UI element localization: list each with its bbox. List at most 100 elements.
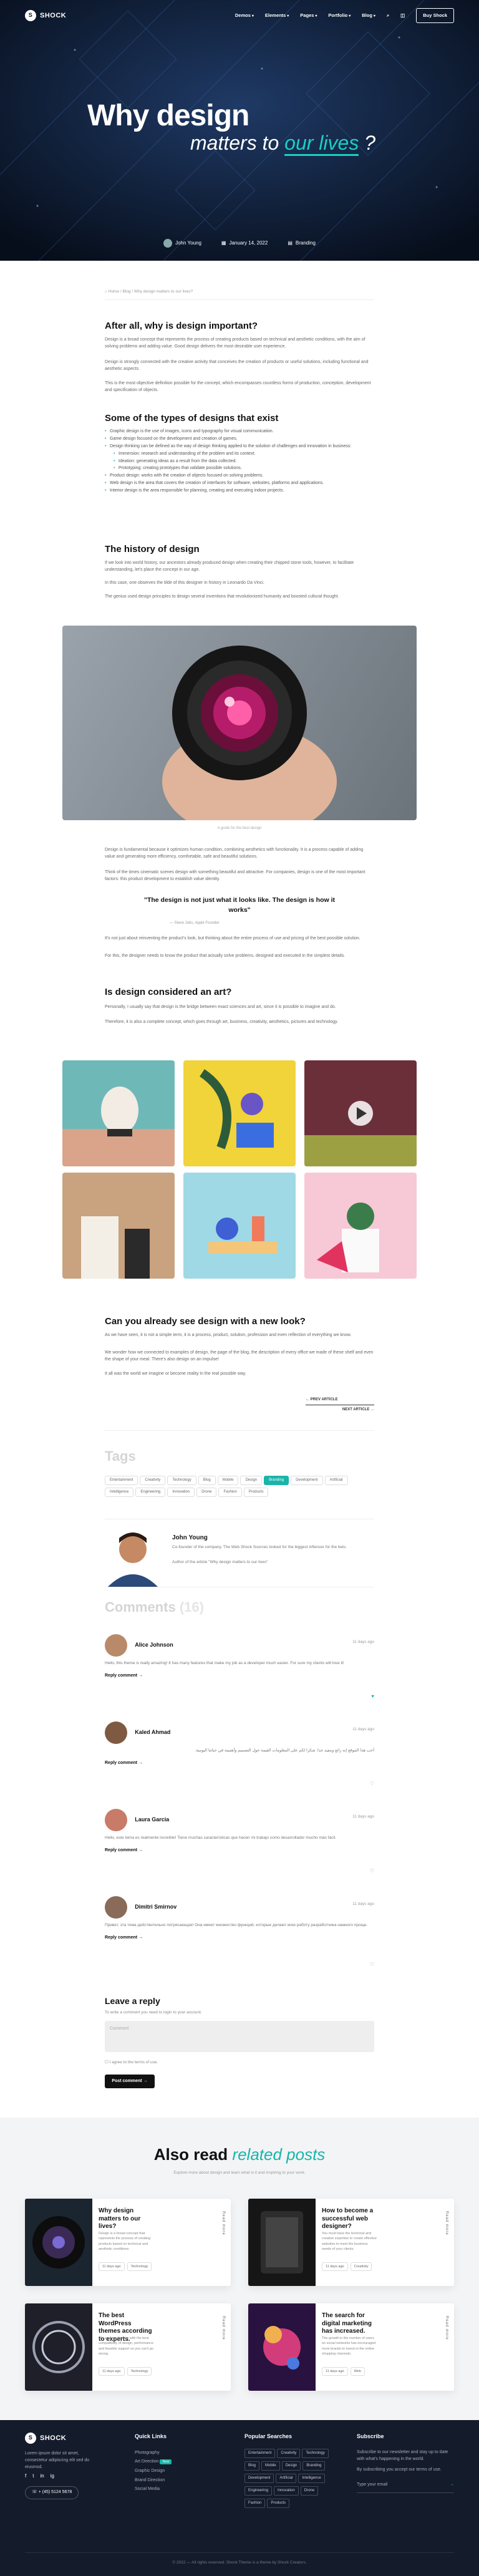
like-icon[interactable]: ♥ <box>371 1693 374 1700</box>
linkedin-icon[interactable]: in <box>40 2472 44 2480</box>
paragraph: The genius used design principles to des… <box>105 594 339 599</box>
search-tag[interactable]: Products <box>267 2498 290 2508</box>
post-thumb <box>25 2199 92 2286</box>
nav-item-pages[interactable]: Pages ▾ <box>300 12 317 19</box>
footer-logo[interactable]: S SHOCK <box>25 2433 66 2444</box>
reply-button[interactable]: Reply comment → <box>105 1760 374 1767</box>
calendar-icon: ▦ <box>221 240 226 246</box>
tag[interactable]: Products <box>243 1488 269 1497</box>
tag[interactable]: Intelligence <box>105 1488 134 1497</box>
search-tag[interactable]: Creativity <box>277 2448 301 2458</box>
related-post-card[interactable]: The search for digital marketing has inc… <box>248 2303 454 2391</box>
comment-item: Alice Johnson 11 days ago Hello, this th… <box>105 1634 374 1703</box>
author-name[interactable]: John Young <box>172 1533 208 1542</box>
tag[interactable]: Entertainment <box>105 1476 138 1485</box>
gallery-image-sculpture[interactable] <box>62 1173 175 1279</box>
cart-icon[interactable]: ◫ <box>400 12 405 19</box>
footer-link[interactable]: Art Direction New <box>135 2457 172 2467</box>
related-post-card[interactable]: Why design matters to our lives? Design … <box>25 2199 231 2286</box>
tag[interactable]: Fashion <box>218 1488 242 1497</box>
email-input[interactable]: Type your email → <box>357 2478 454 2493</box>
breadcrumb-current: Why design matters to our lives? <box>133 289 193 294</box>
reply-button[interactable]: Reply comment → <box>105 1847 374 1854</box>
footer-link[interactable]: Graphic Design <box>135 2467 172 2476</box>
gallery-image-objects[interactable] <box>183 1173 296 1279</box>
terms-checkbox[interactable]: ☐ I agree to the terms of use. <box>105 2060 374 2066</box>
tag[interactable]: Technology <box>167 1476 196 1485</box>
brand-logo[interactable]: S SHOCK <box>25 10 66 21</box>
comment-author[interactable]: Dimitri Smirnov <box>135 1904 177 1910</box>
search-tag[interactable]: Design <box>281 2461 301 2471</box>
gallery-image-pot[interactable] <box>304 1173 417 1279</box>
tag[interactable]: Blog <box>198 1476 216 1485</box>
author-photo <box>108 1533 158 1587</box>
nav-item-demos[interactable]: Demos ▾ <box>235 12 254 19</box>
gallery-image-plant[interactable] <box>183 1060 296 1166</box>
facebook-icon[interactable]: f <box>25 2472 26 2480</box>
breadcrumb-home[interactable]: Home <box>109 289 119 294</box>
nav-item-portfolio[interactable]: Portfolio ▾ <box>328 12 351 19</box>
related-post-card[interactable]: The best WordPress themes according to e… <box>25 2303 231 2391</box>
related-post-card[interactable]: How to become a successful web designer?… <box>248 2199 454 2286</box>
footer-link[interactable]: Social Media <box>135 2485 172 2494</box>
phone-button[interactable]: ☏ + (45) 5124 5678 <box>25 2486 79 2499</box>
meta-author[interactable]: John Young <box>163 239 201 248</box>
search-tag[interactable]: Fashion <box>244 2498 266 2508</box>
search-tag[interactable]: Entertainment <box>244 2448 276 2458</box>
instagram-icon[interactable]: ig <box>51 2472 54 2480</box>
footer-link[interactable]: Brand Direction <box>135 2476 172 2486</box>
gallery-image-vase[interactable] <box>62 1060 175 1166</box>
divider <box>25 2552 454 2553</box>
breadcrumb-blog[interactable]: Blog <box>123 289 131 294</box>
meta-category[interactable]: ▤ Branding <box>288 239 316 248</box>
nav-item-elements[interactable]: Elements ▾ <box>265 12 289 19</box>
nav-item-blog[interactable]: Blog ▾ <box>362 12 375 19</box>
search-tag[interactable]: Blog <box>244 2461 260 2471</box>
comment-author[interactable]: Laura Garcia <box>135 1816 169 1823</box>
post-thumb <box>25 2303 92 2391</box>
buy-button[interactable]: Buy Shock <box>416 8 454 23</box>
search-tag[interactable]: Branding <box>302 2461 326 2471</box>
comment-text: أحب هذا الموقع إنه رائع ومفيد جدا. شكرا … <box>195 1748 374 1753</box>
post-date: 11 days ago <box>322 2262 348 2272</box>
next-article-link[interactable]: NEXT ARTICLE → <box>306 1407 374 1413</box>
tag[interactable]: Mobile <box>217 1476 239 1485</box>
search-tag[interactable]: Engineering <box>244 2486 273 2496</box>
twitter-icon[interactable]: t <box>32 2472 34 2480</box>
footer-link[interactable]: Photography <box>135 2449 172 2458</box>
list-item: Ideation: generating ideas as a result f… <box>114 458 374 465</box>
tag[interactable]: Development <box>291 1476 323 1485</box>
reply-note: To write a comment you need to login to … <box>105 2010 202 2015</box>
tag[interactable]: Innovation <box>167 1488 195 1497</box>
like-icon[interactable]: ♡ <box>370 1780 374 1788</box>
post-desc: You must have the technical and creative… <box>322 2232 377 2251</box>
tag[interactable]: Design <box>240 1476 263 1485</box>
comment-author[interactable]: Alice Johnson <box>135 1642 173 1648</box>
search-tag[interactable]: Mobile <box>261 2461 280 2471</box>
author-bio: Author of the article "Why design matter… <box>172 1560 268 1564</box>
like-icon[interactable]: ♡ <box>370 1867 374 1875</box>
comment-item: Laura Garcia 11 days ago Hello, este tem… <box>105 1809 374 1877</box>
post-comment-button[interactable]: Post comment → <box>105 2075 155 2088</box>
comments-title: Comments (16) <box>105 1599 204 1615</box>
prev-article-link[interactable]: ← PREV ARTICLE <box>306 1397 374 1403</box>
like-icon[interactable]: ♡ <box>370 1961 374 1968</box>
search-tag[interactable]: Intelligence <box>298 2473 325 2483</box>
search-icon[interactable]: ⌕ <box>387 12 389 19</box>
tag[interactable]: Artificial <box>324 1476 348 1485</box>
search-tag[interactable]: Technology <box>302 2448 329 2458</box>
gallery-video[interactable] <box>304 1060 417 1166</box>
tag[interactable]: Creativity <box>140 1476 166 1485</box>
comment-textarea[interactable]: Comment <box>105 2021 374 2052</box>
search-tag[interactable]: Drone <box>300 2486 319 2496</box>
tag[interactable]: Drone <box>196 1488 217 1497</box>
reply-button[interactable]: Reply comment → <box>105 1673 374 1680</box>
comment-author[interactable]: Kaled Ahmad <box>135 1729 170 1735</box>
tag-active[interactable]: Branding <box>264 1476 289 1485</box>
reply-button[interactable]: Reply comment → <box>105 1935 374 1942</box>
heading-new-look: Can you already see design with a new lo… <box>105 1316 306 1327</box>
search-tag[interactable]: Innovation <box>274 2486 299 2496</box>
search-tag[interactable]: Development <box>244 2473 274 2483</box>
search-tag[interactable]: Artificial <box>276 2473 297 2483</box>
tag[interactable]: Engineering <box>135 1488 166 1497</box>
